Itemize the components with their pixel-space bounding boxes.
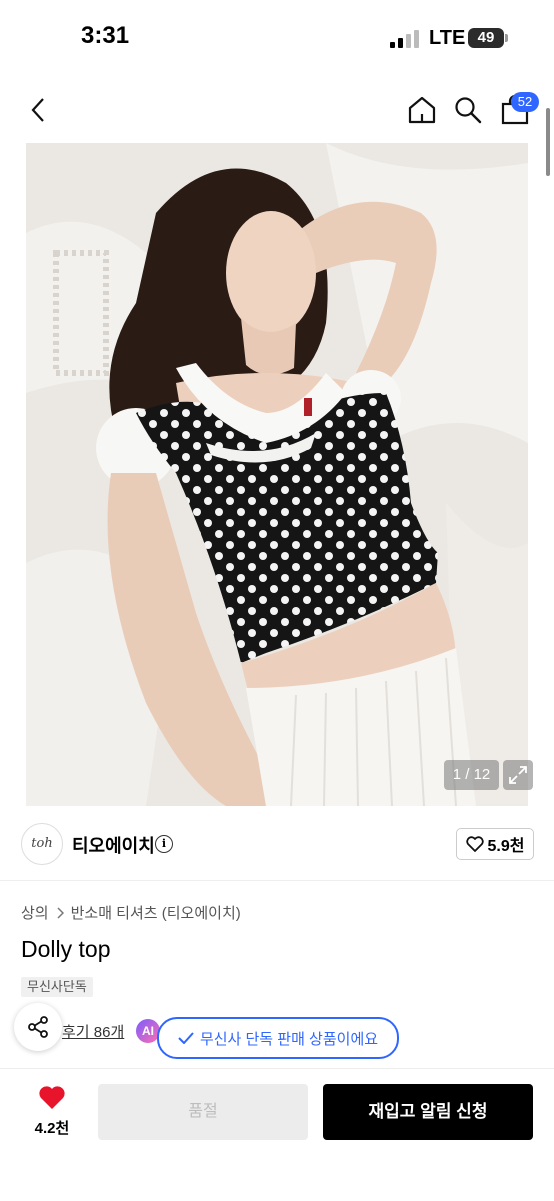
expand-icon xyxy=(509,766,527,784)
battery-icon: 49 xyxy=(468,28,504,48)
image-counter: 1 / 12 xyxy=(444,760,499,790)
share-button[interactable] xyxy=(14,1003,62,1051)
soldout-button[interactable]: 품절 xyxy=(98,1084,308,1140)
signal-icon xyxy=(390,30,419,48)
brand-name[interactable]: 티오에이치 xyxy=(72,832,155,858)
brand-like-button[interactable]: 5.9천 xyxy=(456,828,534,860)
tooltip-text: 무신사 단독 판매 상품이에요 xyxy=(199,1030,379,1048)
review-link[interactable]: 후기 86개 xyxy=(62,1021,124,1042)
network-type: LTE xyxy=(429,27,466,49)
chevron-left-icon xyxy=(31,98,44,122)
like-button[interactable] xyxy=(30,1084,74,1115)
heart-icon xyxy=(39,1086,65,1109)
breadcrumb-item[interactable]: 상의 xyxy=(21,902,49,923)
info-icon[interactable]: i xyxy=(155,835,173,853)
fullscreen-button[interactable] xyxy=(503,760,533,790)
product-image[interactable] xyxy=(26,143,528,806)
share-icon xyxy=(28,1016,48,1038)
like-count: 4.2천 xyxy=(34,1120,70,1137)
battery-tip xyxy=(505,34,508,42)
breadcrumb-item[interactable]: 반소매 티셔츠 (티오에이치) xyxy=(71,902,241,923)
restock-alert-button[interactable]: 재입고 알림 신청 xyxy=(323,1084,533,1140)
search-icon xyxy=(455,97,482,124)
chevron-right-icon xyxy=(57,906,64,919)
breadcrumb: 상의 반소매 티셔츠 (티오에이치) xyxy=(21,902,241,923)
cart-count-badge: 52 xyxy=(511,92,539,112)
brand-like-count: 5.9천 xyxy=(487,838,525,855)
search-button[interactable] xyxy=(450,92,486,128)
status-bar: 3:31 LTE 49 xyxy=(0,0,554,76)
exclusive-tag: 무신사단독 xyxy=(21,977,93,997)
exclusive-tooltip[interactable]: 무신사 단독 판매 상품이에요 xyxy=(157,1017,399,1059)
product-photo xyxy=(26,143,528,806)
back-button[interactable] xyxy=(22,94,54,126)
check-icon xyxy=(178,1032,194,1044)
heart-outline-icon xyxy=(465,836,484,852)
scrollbar[interactable] xyxy=(546,108,550,176)
top-nav xyxy=(0,80,554,140)
product-title: Dolly top xyxy=(21,936,111,962)
brand-logo[interactable]: toh xyxy=(21,823,63,865)
status-time: 3:31 xyxy=(81,22,130,49)
home-icon xyxy=(408,96,436,124)
home-button[interactable] xyxy=(404,92,440,128)
